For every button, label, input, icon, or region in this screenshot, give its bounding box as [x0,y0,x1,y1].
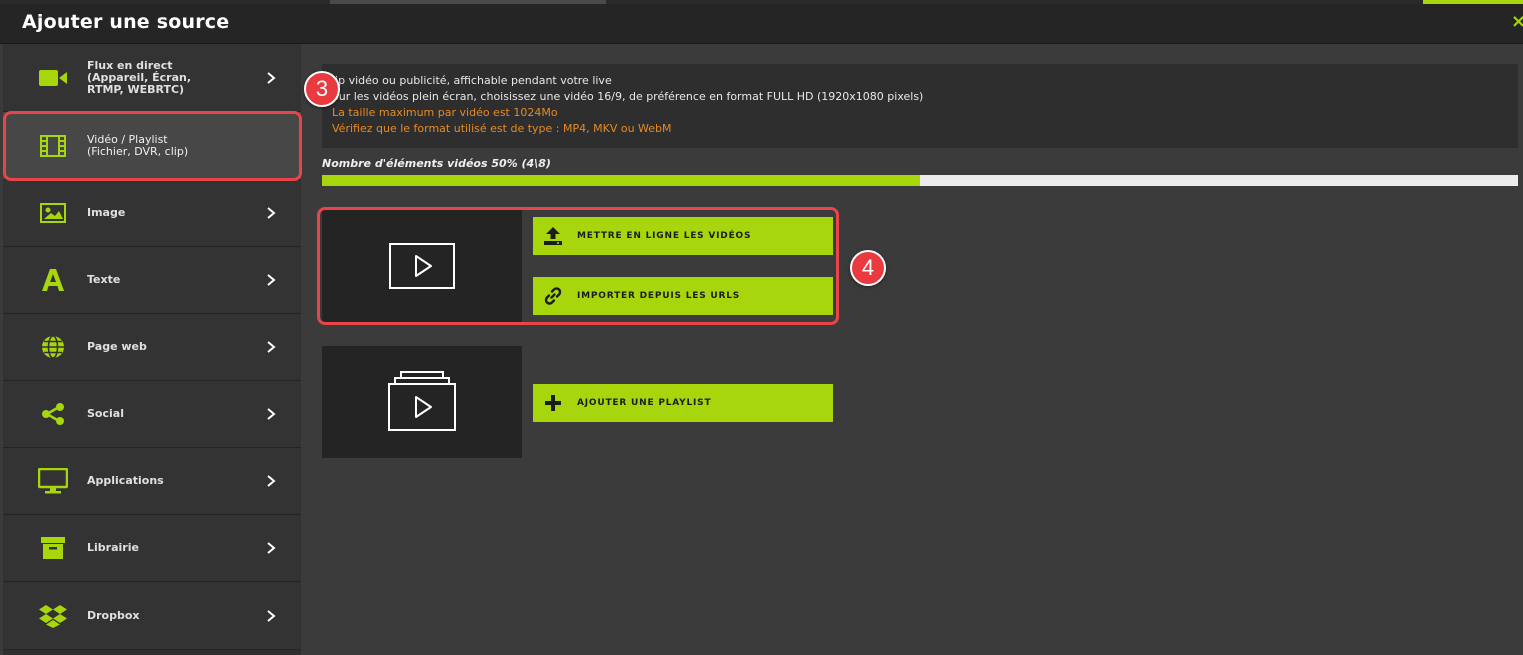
source-type-sidebar: Flux en direct (Appareil, Écran, RTMP, W… [3,44,301,655]
modal-titlebar: Ajouter une source × [0,0,1523,44]
import-urls-label: IMPORTER DEPUIS LES URLS [577,291,741,301]
video-count-label: Nombre d'éléments vidéos 50% (4\8) [322,157,551,170]
share-icon [37,400,69,428]
info-formats: Vérifiez que le format utilisé est de ty… [332,122,672,135]
playlist-icon [388,371,456,431]
info-fullscreen-tip: our les vidéos plein écran, choisissez u… [332,90,924,103]
chevron-right-icon [267,207,276,219]
chevron-right-icon [267,408,276,420]
upload-videos-label: METTRE EN LIGNE LES VIDÉOS [577,231,752,241]
video-camera-icon [37,64,69,92]
progress-fill [322,175,920,186]
sidebar-item-applications[interactable]: Applications [3,448,301,515]
plus-icon [543,393,563,413]
upload-icon [543,226,563,246]
info-description: lip vidéo ou publicité, affichable penda… [332,74,612,87]
sidebar-item-live-stream[interactable]: Flux en direct (Appareil, Écran, RTMP, W… [3,44,301,112]
video-thumbnail [322,209,522,322]
chevron-right-icon [267,71,276,84]
sidebar-item-label: Image [87,206,126,219]
sidebar-item-label: Librairie [87,541,139,554]
sidebar-item-social[interactable]: Social [3,381,301,448]
sidebar-item-image[interactable]: Image [3,180,301,247]
video-play-icon [389,242,455,289]
video-info-panel: lip vidéo ou publicité, affichable penda… [322,64,1518,148]
playlist-thumbnail [322,346,522,458]
monitor-icon [37,467,69,495]
chevron-right-icon [267,475,276,487]
text-icon [37,266,69,294]
sidebar-item-label: Flux en direct (Appareil, Écran, RTMP, W… [87,58,192,96]
sidebar-item-label: Page web [87,340,147,353]
top-strip [0,0,1523,4]
sidebar-item-label: Dropbox [87,608,140,622]
chevron-right-icon [267,341,276,353]
top-strip-segment [330,0,606,4]
sidebar-item-web-page[interactable]: Page web [3,314,301,381]
sidebar-item-dropbox[interactable]: Dropbox [3,582,301,650]
add-playlist-button[interactable]: AJOUTER UNE PLAYLIST [533,384,833,422]
dropbox-icon [37,602,69,630]
link-icon [543,286,563,306]
sidebar-item-label: Vidéo / Playlist (Fichier, DVR, clip) [87,132,189,158]
chevron-right-icon [267,542,276,554]
upload-videos-button[interactable]: METTRE EN LIGNE LES VIDÉOS [533,217,833,255]
image-icon [37,199,69,227]
chevron-right-icon [267,609,276,622]
top-strip-accent [1423,0,1523,4]
step4-badge: 4 [850,250,886,286]
sidebar-item-label: Social [87,407,124,420]
close-icon[interactable]: × [1511,12,1523,32]
sidebar-item-text[interactable]: Texte [3,247,301,314]
film-icon [37,132,69,160]
sidebar-item-library[interactable]: Librairie [3,515,301,582]
video-count-progress-bar [322,175,1518,186]
sidebar-item-video-playlist[interactable]: Vidéo / Playlist (Fichier, DVR, clip) [3,112,301,180]
globe-icon [37,333,69,361]
sidebar-item-label: Texte [87,273,121,286]
chevron-right-icon [267,274,276,286]
import-urls-button[interactable]: IMPORTER DEPUIS LES URLS [533,277,833,315]
step3-badge: 3 [304,71,340,107]
modal-title: Ajouter une source [22,11,230,33]
add-source-modal: Ajouter une source × Flux en direct (App… [0,0,1523,655]
add-playlist-label: AJOUTER UNE PLAYLIST [577,398,712,408]
info-max-size: La taille maximum par vidéo est 1024Mo [332,106,558,119]
archive-icon [37,534,69,562]
sidebar-item-label: Applications [87,474,164,487]
